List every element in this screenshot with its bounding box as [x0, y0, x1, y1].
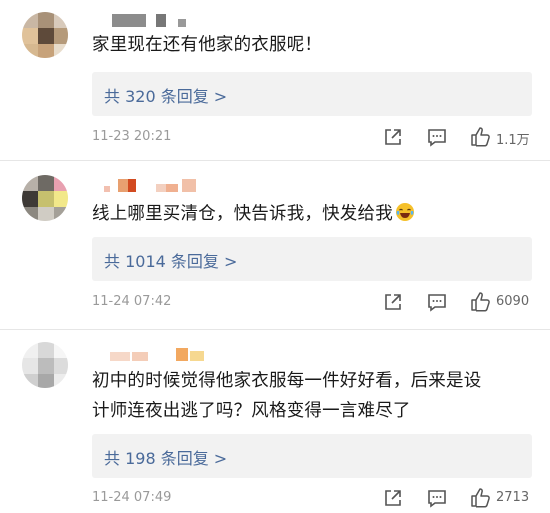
comment-icon[interactable]: [426, 487, 448, 509]
like-count: 6090: [496, 294, 530, 309]
comment-meta: 11-23 20:21 1.1万: [92, 126, 542, 148]
share-icon[interactable]: [382, 487, 404, 509]
username[interactable]: [104, 179, 204, 192]
username[interactable]: [110, 348, 210, 361]
comment-icon[interactable]: [426, 126, 448, 148]
thumbs-up-icon[interactable]: [470, 291, 492, 313]
comment-text: 线上哪里买清仓，快告诉我，快发给我: [92, 199, 532, 229]
comment-text: 家里现在还有他家的衣服呢！: [92, 35, 323, 55]
replies-link[interactable]: 共 1014 条回复 >: [92, 237, 532, 281]
username[interactable]: [112, 14, 192, 27]
comment-time: 11-24 07:49: [92, 490, 172, 505]
replies-label[interactable]: 共 1014 条回复 >: [104, 248, 237, 272]
avatar[interactable]: [22, 342, 68, 388]
laughing-tears-emoji: [395, 202, 415, 222]
comment-text-content: 线上哪里买清仓，快告诉我，快发给我: [92, 204, 393, 224]
comment-time: 11-23 20:21: [92, 129, 172, 144]
share-icon[interactable]: [382, 126, 404, 148]
comment-item: 初中的时候觉得他家衣服每一件好好看，后来是设 计师连夜出逃了吗？风格变得一言难尽…: [0, 330, 550, 509]
comment-text-line: 初中的时候觉得他家衣服每一件好好看，后来是设: [92, 371, 482, 391]
comment-time: 11-24 07:42: [92, 294, 172, 309]
replies-link[interactable]: 共 320 条回复 >: [92, 72, 532, 116]
comment-text-line: 计师连夜出逃了吗？风格变得一言难尽了: [92, 401, 411, 421]
share-icon[interactable]: [382, 291, 404, 313]
comment-item: 线上哪里买清仓，快告诉我，快发给我 共 1014 条回复 > 11-24 07:…: [0, 161, 550, 329]
comment-meta: 11-24 07:49 2713: [92, 487, 542, 509]
like-count: 1.1万: [496, 133, 530, 148]
replies-link[interactable]: 共 198 条回复 >: [92, 434, 532, 478]
comment-icon[interactable]: [426, 291, 448, 313]
comment-meta: 11-24 07:42 6090: [92, 291, 542, 313]
replies-label[interactable]: 共 320 条回复 >: [104, 83, 227, 107]
replies-label[interactable]: 共 198 条回复 >: [104, 445, 227, 469]
comment-text: 初中的时候觉得他家衣服每一件好好看，后来是设 计师连夜出逃了吗？风格变得一言难尽…: [92, 366, 532, 426]
thumbs-up-icon[interactable]: [470, 126, 492, 148]
like-count: 2713: [496, 490, 530, 505]
comment-item: 家里现在还有他家的衣服呢！ 共 320 条回复 > 11-23 20:21 1.…: [0, 0, 550, 160]
avatar[interactable]: [22, 175, 68, 221]
avatar[interactable]: [22, 12, 68, 58]
thumbs-up-icon[interactable]: [470, 487, 492, 509]
